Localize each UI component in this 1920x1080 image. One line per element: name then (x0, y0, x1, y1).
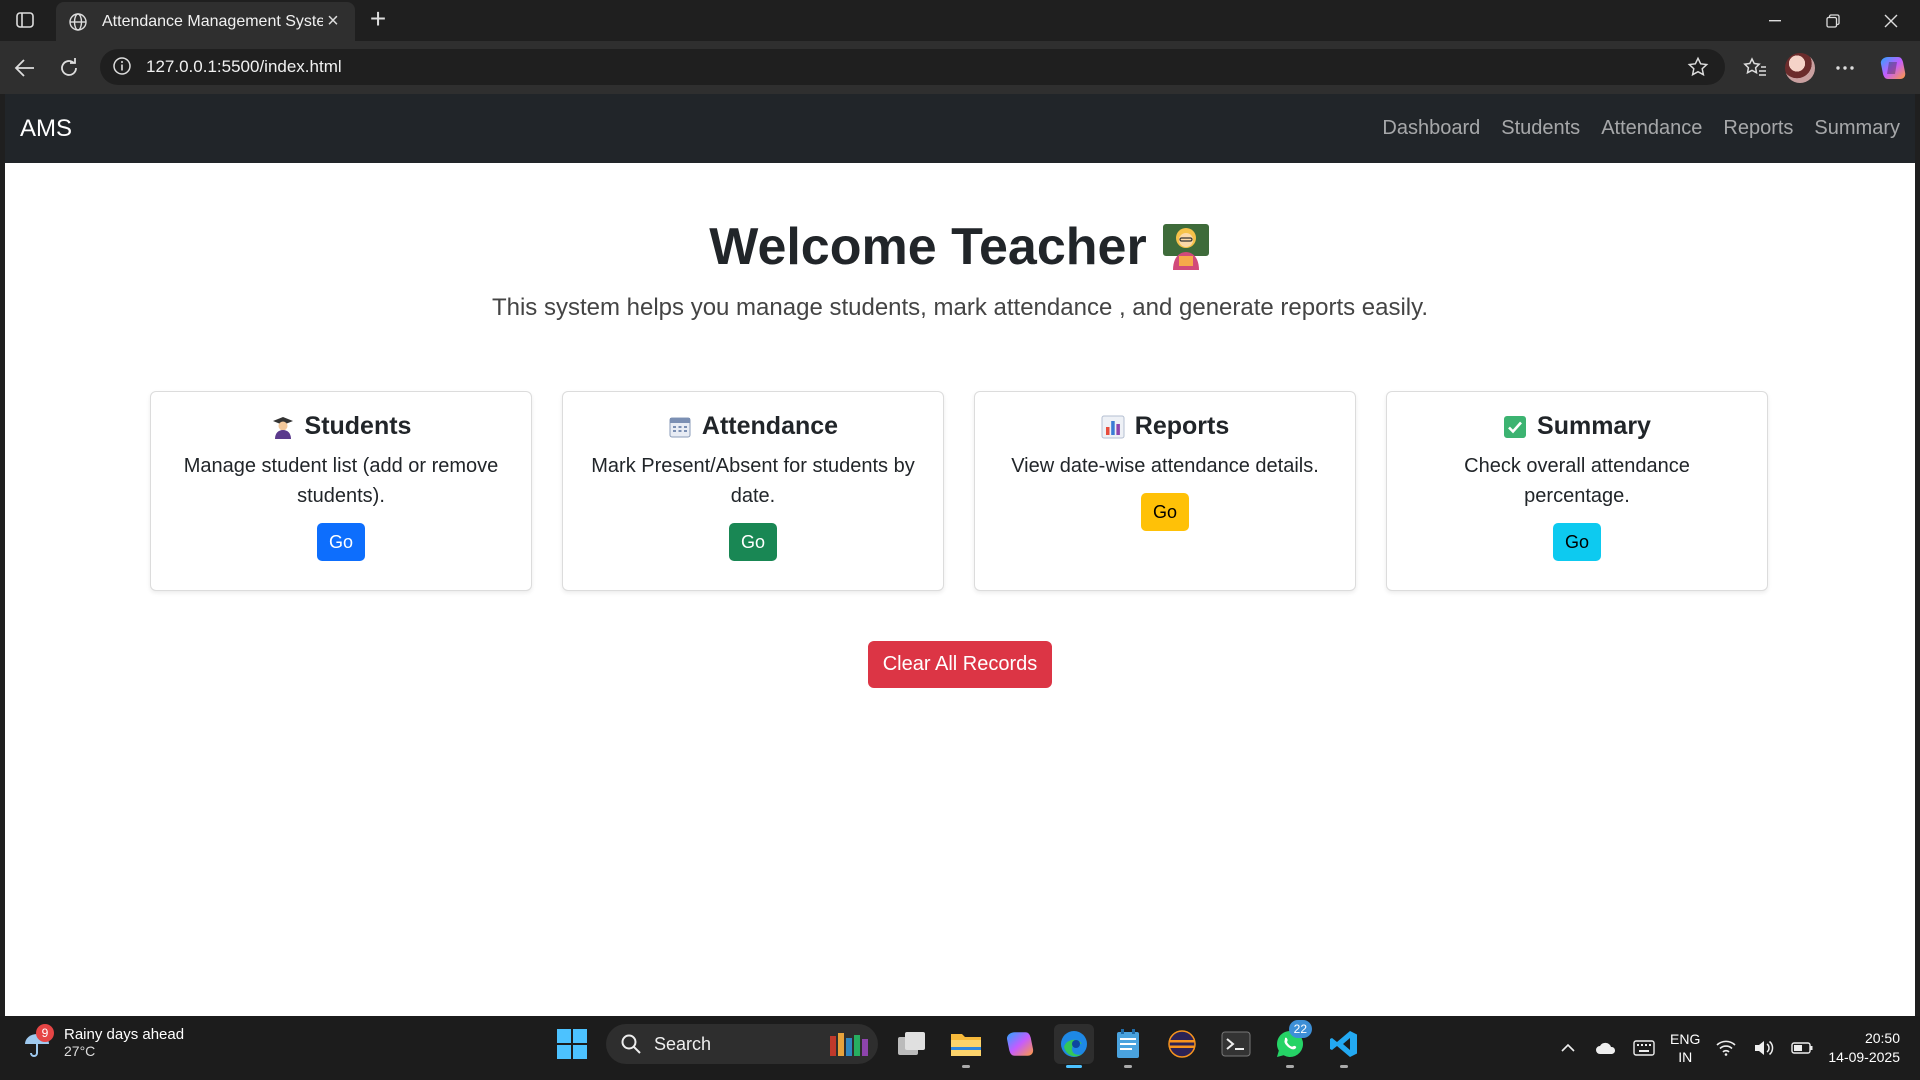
page-viewport: AMS Dashboard Students Attendance Report… (5, 94, 1915, 1016)
taskbar-apps: Search 22 (552, 1020, 1364, 1068)
bar-chart-icon (1101, 415, 1125, 439)
weather-alert-badge: 9 (36, 1023, 54, 1042)
volume-icon[interactable] (1752, 1036, 1776, 1060)
card-title-text: Summary (1537, 412, 1651, 440)
nav-link-attendance[interactable]: Attendance (1601, 117, 1702, 140)
student-icon (271, 415, 295, 439)
new-tab-button[interactable]: + (364, 5, 392, 34)
hero-section: Welcome Teacher This system helps you ma… (5, 218, 1915, 322)
clear-all-records-button[interactable]: Clear All Records (867, 641, 1053, 688)
back-arrow-icon[interactable] (10, 53, 40, 83)
card-description: Check overall attendance percentage. (1464, 455, 1690, 507)
browser-toolbar: 127.0.0.1:5500/index.html (0, 41, 1920, 94)
more-menu-icon[interactable] (1828, 51, 1862, 85)
card-attendance: Attendance Mark Present/Absent for stude… (562, 391, 944, 591)
copilot-icon[interactable] (1876, 51, 1910, 85)
summary-go-button[interactable]: Go (1552, 523, 1601, 561)
language-region: IN (1678, 1049, 1693, 1065)
page-title: Welcome Teacher (5, 218, 1915, 276)
profile-avatar[interactable] (1783, 51, 1817, 85)
terminal-icon[interactable] (1216, 1024, 1256, 1064)
teacher-icon (1161, 220, 1211, 270)
nav-link-summary[interactable]: Summary (1814, 117, 1900, 140)
favorites-list-icon[interactable] (1738, 51, 1772, 85)
top-navbar: AMS Dashboard Students Attendance Report… (5, 94, 1915, 163)
weather-widget[interactable]: 9 Rainy days ahead 27°C (22, 1023, 185, 1059)
card-title-text: Reports (1134, 412, 1230, 440)
language-indicator[interactable]: ENG IN (1670, 1030, 1700, 1066)
tab-actions-menu-icon[interactable] (12, 8, 38, 32)
browser-tab-bar: Attendance Management System × + (0, 0, 1920, 41)
clock-time: 20:50 (1864, 1030, 1900, 1046)
restore-icon[interactable] (1804, 0, 1862, 41)
battery-icon[interactable] (1790, 1036, 1814, 1060)
close-tab-icon[interactable]: × (323, 10, 343, 32)
nav-link-reports[interactable]: Reports (1723, 117, 1793, 140)
card-title-text: Attendance (701, 412, 839, 440)
eclipse-ide-icon[interactable] (1162, 1024, 1202, 1064)
whatsapp-icon[interactable]: 22 (1270, 1020, 1312, 1068)
brand-logo-text[interactable]: AMS (20, 115, 72, 143)
card-description: View date-wise attendance details. (1011, 455, 1319, 477)
card-description: Mark Present/Absent for students by date… (591, 455, 915, 507)
clock-date: 14-09-2025 (1828, 1049, 1900, 1065)
notepad-icon[interactable] (1108, 1024, 1148, 1068)
address-bar[interactable]: 127.0.0.1:5500/index.html (100, 49, 1725, 85)
page-title-text: Welcome Teacher (709, 218, 1147, 276)
tab-title: Attendance Management System (102, 12, 323, 30)
attendance-go-button[interactable]: Go (728, 523, 777, 561)
url-text[interactable]: 127.0.0.1:5500/index.html (146, 57, 1683, 77)
chevron-up-icon[interactable] (1556, 1036, 1580, 1060)
windows-start-icon[interactable] (552, 1024, 592, 1064)
keyboard-icon[interactable] (1632, 1036, 1656, 1060)
edge-browser-icon[interactable] (1054, 1024, 1094, 1068)
clear-records-section: Clear All Records (5, 641, 1915, 688)
nav-link-students[interactable]: Students (1501, 117, 1580, 140)
windows-taskbar: 9 Rainy days ahead 27°C Search 22 ENG IN… (0, 1016, 1920, 1080)
browser-tab[interactable]: Attendance Management System × (56, 2, 355, 41)
system-tray: ENG IN 20:50 14-09-2025 (1556, 1024, 1900, 1072)
language-code: ENG (1670, 1031, 1701, 1047)
copilot-app-icon[interactable] (1000, 1024, 1040, 1064)
search-highlight-icon (826, 1030, 870, 1058)
umbrella-rain-icon: 9 (22, 1023, 54, 1058)
feature-cards: Students Manage student list (add or rem… (150, 391, 1768, 591)
card-reports: Reports View date-wise attendance detail… (974, 391, 1356, 591)
check-mark-icon (1503, 415, 1527, 439)
nav-links: Dashboard Students Attendance Reports Su… (1382, 117, 1900, 140)
close-window-icon[interactable] (1862, 0, 1920, 41)
minimize-icon[interactable] (1746, 0, 1804, 41)
card-title: Summary (1387, 412, 1767, 441)
favorite-star-icon[interactable] (1683, 52, 1713, 82)
card-title-text: Students (304, 412, 412, 440)
reports-go-button[interactable]: Go (1140, 493, 1189, 531)
card-summary: Summary Check overall attendance percent… (1386, 391, 1768, 591)
file-explorer-icon[interactable] (946, 1024, 986, 1068)
page-subtitle: This system helps you manage students, m… (491, 294, 1429, 322)
task-view-icon[interactable] (892, 1024, 932, 1064)
search-icon (620, 1033, 642, 1055)
students-go-button[interactable]: Go (316, 523, 365, 561)
taskbar-search[interactable]: Search (606, 1024, 878, 1064)
globe-icon (68, 12, 88, 32)
wifi-icon[interactable] (1714, 1036, 1738, 1060)
card-title: Reports (975, 412, 1355, 441)
site-info-icon[interactable] (112, 56, 134, 78)
refresh-icon[interactable] (54, 53, 84, 83)
system-clock[interactable]: 20:50 14-09-2025 (1828, 1029, 1900, 1067)
card-description: Manage student list (add or remove stude… (183, 455, 499, 507)
weather-text: Rainy days ahead (64, 1026, 185, 1043)
onedrive-cloud-icon[interactable] (1594, 1036, 1618, 1060)
vscode-icon[interactable] (1324, 1024, 1364, 1068)
card-title: Attendance (563, 412, 943, 441)
card-title: Students (151, 412, 531, 441)
whatsapp-unread-count: 22 (1288, 1020, 1312, 1038)
card-students: Students Manage student list (add or rem… (150, 391, 532, 591)
calendar-icon (668, 415, 692, 439)
search-label: Search (654, 1033, 712, 1054)
weather-temperature: 27°C (64, 1043, 96, 1059)
nav-link-dashboard[interactable]: Dashboard (1382, 117, 1480, 140)
